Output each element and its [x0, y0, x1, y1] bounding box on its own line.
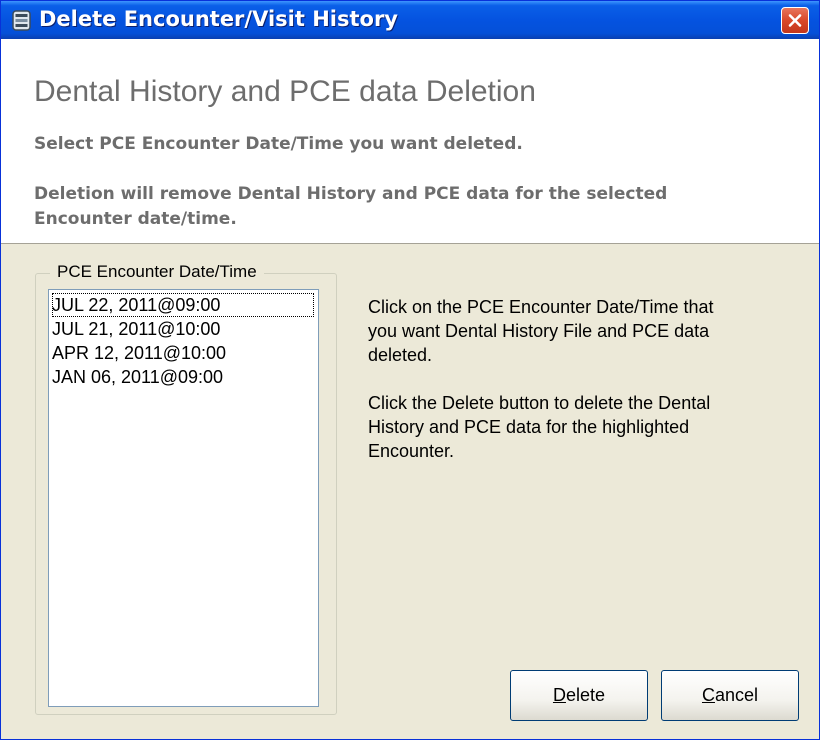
deletion-note-line-2: Encounter date/time. [34, 209, 237, 229]
select-instruction: Select PCE Encounter Date/Time you want … [34, 134, 523, 154]
cancel-button[interactable]: Cancel [661, 670, 799, 721]
dialog-window: Delete Encounter/Visit History Dental Hi… [0, 0, 820, 740]
help-text-line: Encounter. [368, 441, 455, 461]
encounter-listbox[interactable]: JUL 22, 2011@09:00 JUL 21, 2011@10:00 AP… [48, 289, 319, 707]
delete-mnemonic: D [552, 685, 566, 705]
list-item[interactable]: JUL 21, 2011@10:00 [52, 317, 220, 341]
groupbox-label: PCE Encounter Date/Time [50, 262, 264, 282]
title-bar[interactable]: Delete Encounter/Visit History [1, 1, 819, 39]
help-text-line: Click on the PCE Encounter Date/Time tha… [368, 297, 714, 317]
list-item[interactable]: JAN 06, 2011@09:00 [52, 365, 223, 389]
help-text-line: you want Dental History File and PCE dat… [368, 321, 710, 341]
help-text-line: Click the Delete button to delete the De… [368, 393, 711, 413]
app-icon[interactable] [12, 10, 31, 31]
window-title: Delete Encounter/Visit History [39, 7, 398, 31]
delete-button[interactable]: Delete [510, 670, 648, 721]
deletion-note-line-1: Deletion will remove Dental History and … [34, 184, 668, 204]
close-button[interactable] [781, 7, 809, 34]
cancel-label: ancel [714, 685, 759, 705]
page-heading: Dental History and PCE data Deletion [34, 75, 536, 108]
help-text-line: deleted. [368, 345, 433, 365]
cancel-mnemonic: C [701, 685, 715, 705]
list-item[interactable]: JUL 22, 2011@09:00 [52, 293, 314, 317]
list-item[interactable]: APR 12, 2011@10:00 [52, 341, 226, 365]
delete-label: elete [565, 685, 606, 705]
help-text-line: History and PCE data for the highlighted [368, 417, 690, 437]
